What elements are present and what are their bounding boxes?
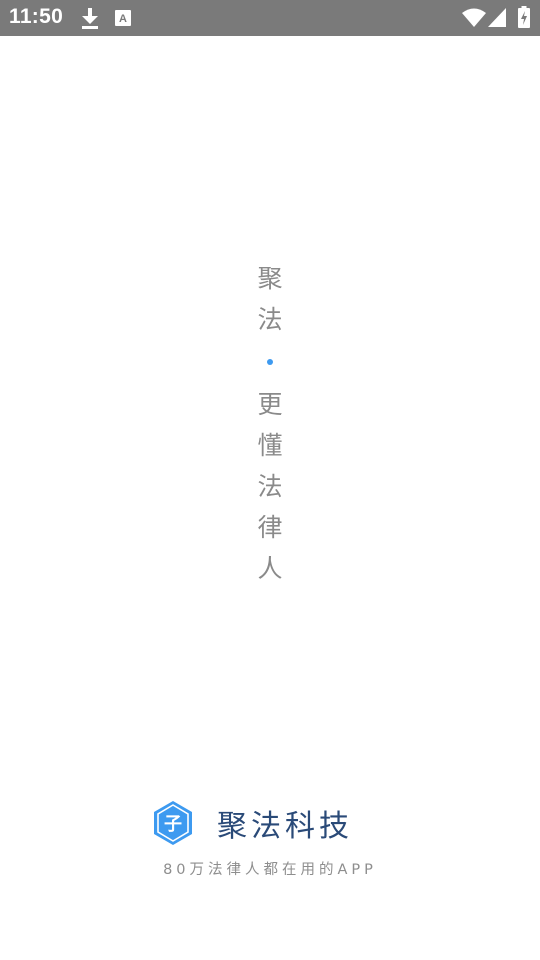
battery-charging-icon xyxy=(518,6,530,28)
separator-dot-icon xyxy=(267,359,273,365)
splash-slogan: 聚 法 更 懂 法 律 人 xyxy=(0,258,540,589)
brand-tagline: 80万法律人都在用的APP xyxy=(163,862,377,878)
slogan-char: 法 xyxy=(257,472,283,501)
signal-icon xyxy=(488,8,506,27)
slogan-char: 律 xyxy=(257,513,283,542)
brand-lockup: 子 聚法科技 xyxy=(150,798,353,848)
slogan-char: 更 xyxy=(257,390,283,419)
download-icon xyxy=(82,8,98,29)
slogan-char: 懂 xyxy=(257,431,283,460)
slogan-separator xyxy=(267,340,273,384)
hexagon-shield-logo-icon: 子 xyxy=(154,801,192,845)
svg-text:A: A xyxy=(119,13,127,25)
wifi-icon xyxy=(462,8,486,27)
brand-name: 聚法科技 xyxy=(217,809,353,844)
slogan-char: 聚 xyxy=(257,264,283,293)
logo-letter: 子 xyxy=(164,814,182,835)
status-time: 11:50 xyxy=(9,5,64,28)
status-bar: 11:50 A xyxy=(0,0,540,36)
slogan-char: 人 xyxy=(257,554,283,583)
slogan-char: 法 xyxy=(257,305,283,334)
keyboard-a-icon: A xyxy=(115,10,131,26)
